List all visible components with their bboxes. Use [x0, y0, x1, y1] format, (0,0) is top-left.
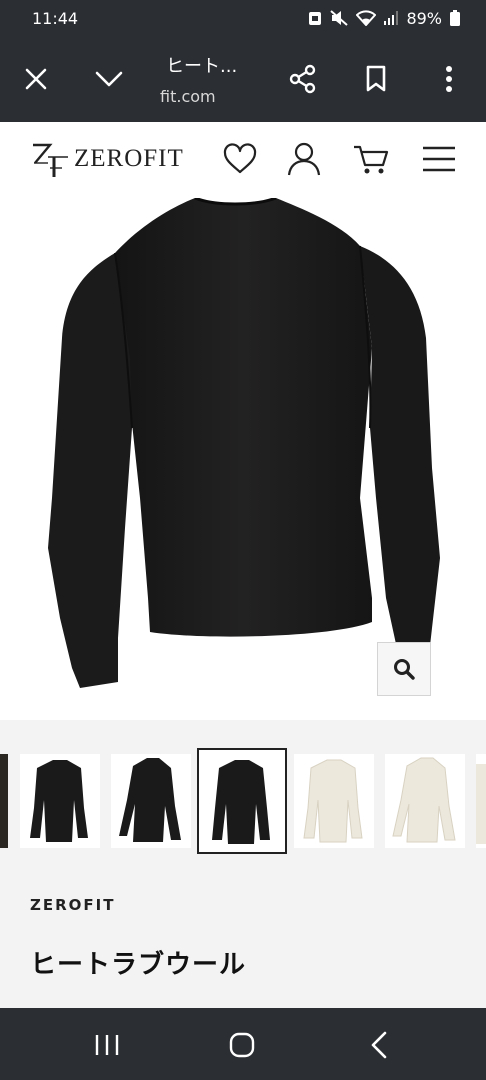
- zf-logo-mark: [33, 143, 68, 177]
- share-icon: [289, 64, 316, 94]
- chevron-down-icon: [95, 71, 123, 87]
- share-button[interactable]: [282, 58, 324, 100]
- back-button[interactable]: [358, 1024, 400, 1066]
- thumbnail-item[interactable]: [0, 754, 8, 848]
- heart-icon: [223, 143, 257, 174]
- close-tab-button[interactable]: [15, 58, 57, 100]
- thumbnail-item[interactable]: [20, 754, 100, 848]
- status-bar: 11:44 89%: [0, 0, 486, 36]
- home-icon: [229, 1032, 255, 1058]
- thumbnail-item[interactable]: [111, 754, 191, 848]
- signal-icon: [384, 11, 399, 25]
- browser-toolbar: ヒート... fit.com: [0, 36, 486, 122]
- status-time: 11:44: [32, 8, 79, 28]
- search-icon: [394, 659, 415, 680]
- logo-text: ZEROFIT: [74, 145, 184, 172]
- back-icon: [371, 1031, 387, 1059]
- battery-icon: [450, 10, 460, 26]
- shirt-thumbnail: [30, 760, 88, 842]
- site-header: ZEROFIT: [0, 122, 486, 198]
- close-icon: [25, 68, 47, 90]
- thumbnail-item[interactable]: [385, 754, 465, 848]
- minimize-button[interactable]: [88, 58, 130, 100]
- mute-icon: [330, 10, 349, 26]
- shirt-thumbnail: [392, 757, 456, 843]
- notification-icon: [308, 10, 322, 26]
- thumbnail-carousel[interactable]: [0, 720, 486, 880]
- thumbnail-item-selected[interactable]: [197, 748, 287, 854]
- bookmark-button[interactable]: [355, 58, 397, 100]
- cart-icon: [354, 145, 389, 174]
- status-icons: 89%: [308, 9, 460, 28]
- account-button[interactable]: [285, 140, 323, 178]
- shirt-thumbnail: [119, 758, 181, 842]
- product-info: ZEROFIT ヒートラブウール: [0, 880, 486, 1008]
- system-nav-bar: [0, 1008, 486, 1080]
- battery-text: 89%: [406, 8, 442, 28]
- hamburger-icon: [423, 146, 455, 172]
- home-button[interactable]: [221, 1024, 263, 1066]
- favorite-button[interactable]: [221, 140, 259, 178]
- page-title[interactable]: ヒート...: [166, 52, 237, 78]
- wifi-icon: [356, 10, 377, 26]
- brand-label[interactable]: ZEROFIT: [30, 896, 115, 914]
- thumbnail-item[interactable]: [294, 754, 374, 848]
- bookmark-icon: [366, 65, 386, 92]
- shirt-thumbnail: [212, 760, 270, 844]
- user-icon: [287, 142, 321, 176]
- cart-button[interactable]: [352, 140, 390, 178]
- shirt-thumbnail: [0, 754, 8, 848]
- menu-button[interactable]: [420, 140, 458, 178]
- site-logo[interactable]: ZEROFIT: [30, 139, 184, 179]
- recent-apps-button[interactable]: [86, 1024, 128, 1066]
- product-title: ヒートラブウール: [30, 950, 247, 980]
- recent-apps-icon: [95, 1035, 119, 1055]
- more-vert-icon: [446, 66, 452, 92]
- more-options-button[interactable]: [428, 58, 470, 100]
- zoom-button[interactable]: [377, 642, 431, 696]
- page-url[interactable]: fit.com: [160, 87, 216, 106]
- shirt-thumbnail: [303, 759, 363, 843]
- shirt-thumbnail: [476, 764, 486, 844]
- thumbnail-item[interactable]: [476, 754, 486, 848]
